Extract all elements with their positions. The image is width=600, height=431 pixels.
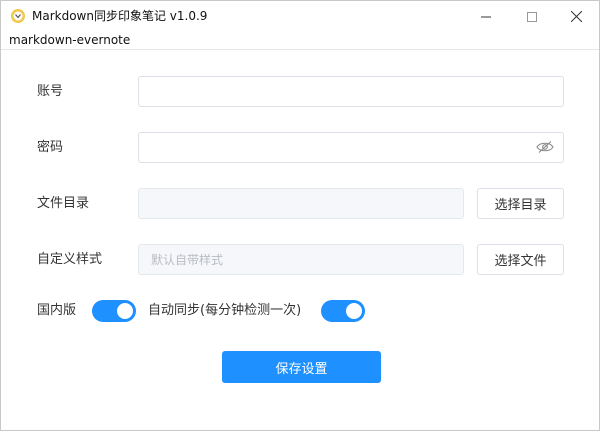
save-settings-button[interactable]: 保存设置 bbox=[222, 351, 381, 383]
password-input[interactable] bbox=[138, 132, 564, 163]
close-icon bbox=[570, 11, 582, 22]
account-label: 账号 bbox=[37, 84, 64, 99]
choose-directory-button[interactable]: 选择目录 bbox=[477, 188, 564, 219]
app-logo-icon bbox=[11, 9, 25, 23]
menu-bar: markdown-evernote bbox=[1, 32, 599, 50]
domestic-version-switch[interactable] bbox=[92, 300, 136, 322]
minimize-button[interactable] bbox=[463, 1, 509, 32]
minimize-icon bbox=[481, 16, 491, 17]
auto-sync-switch[interactable] bbox=[321, 300, 365, 322]
directory-input bbox=[138, 188, 464, 219]
custom-style-label: 自定义样式 bbox=[37, 252, 103, 267]
title-bar[interactable]: Markdown同步印象笔记 v1.0.9 bbox=[1, 1, 599, 32]
window-title: Markdown同步印象笔记 v1.0.9 bbox=[32, 9, 208, 23]
directory-label: 文件目录 bbox=[37, 196, 90, 211]
account-input[interactable] bbox=[138, 76, 564, 107]
switch-knob bbox=[346, 303, 362, 319]
close-button[interactable] bbox=[553, 1, 599, 32]
app-subtitle: markdown-evernote bbox=[9, 33, 131, 47]
app-window: Markdown同步印象笔记 v1.0.9 markdown-evernote … bbox=[0, 0, 600, 431]
maximize-button[interactable] bbox=[509, 1, 555, 32]
settings-form: 账号 密码 文件目录 选择目录 自定义样式 选择文件 国内版 自动同步(每分钟检… bbox=[1, 50, 599, 430]
maximize-icon bbox=[527, 11, 537, 22]
custom-style-input bbox=[138, 244, 464, 275]
domestic-version-label: 国内版 bbox=[37, 303, 77, 318]
eye-off-icon[interactable] bbox=[536, 141, 554, 153]
choose-file-button[interactable]: 选择文件 bbox=[477, 244, 564, 275]
auto-sync-label: 自动同步(每分钟检测一次) bbox=[148, 303, 302, 318]
password-label: 密码 bbox=[37, 140, 64, 155]
switch-knob bbox=[117, 303, 133, 319]
